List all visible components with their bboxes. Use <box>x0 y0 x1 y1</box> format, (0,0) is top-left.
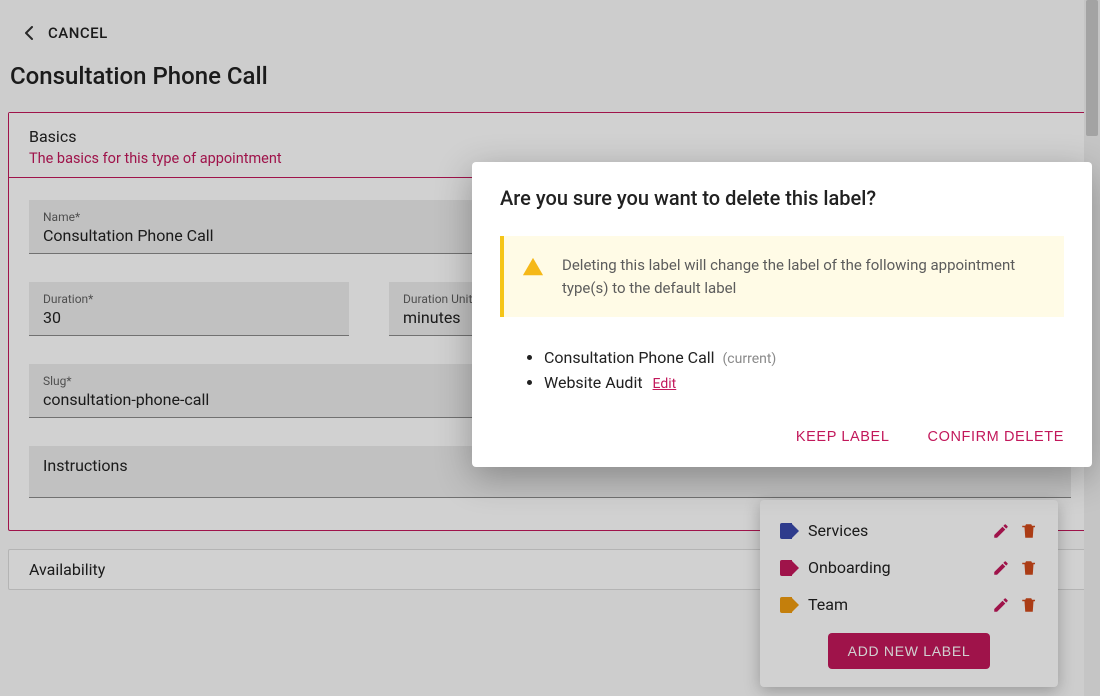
confirm-delete-dialog: Are you sure you want to delete this lab… <box>472 162 1092 467</box>
affected-name: Consultation Phone Call <box>544 348 715 367</box>
dialog-title: Are you sure you want to delete this lab… <box>500 186 1064 236</box>
affected-list: Consultation Phone Call (current) Websit… <box>500 345 1064 395</box>
warning-text: Deleting this label will change the labe… <box>562 254 1046 299</box>
current-tag: (current) <box>723 351 777 367</box>
warning-icon <box>522 256 544 278</box>
affected-name: Website Audit <box>544 373 643 392</box>
confirm-delete-button[interactable]: CONFIRM DELETE <box>928 429 1065 445</box>
warning-box: Deleting this label will change the labe… <box>500 236 1064 317</box>
affected-item: Consultation Phone Call (current) <box>544 345 1064 370</box>
dialog-actions: KEEP LABEL CONFIRM DELETE <box>500 429 1064 445</box>
edit-link[interactable]: Edit <box>653 376 677 392</box>
affected-item: Website Audit Edit <box>544 370 1064 395</box>
keep-label-button[interactable]: KEEP LABEL <box>796 429 890 445</box>
